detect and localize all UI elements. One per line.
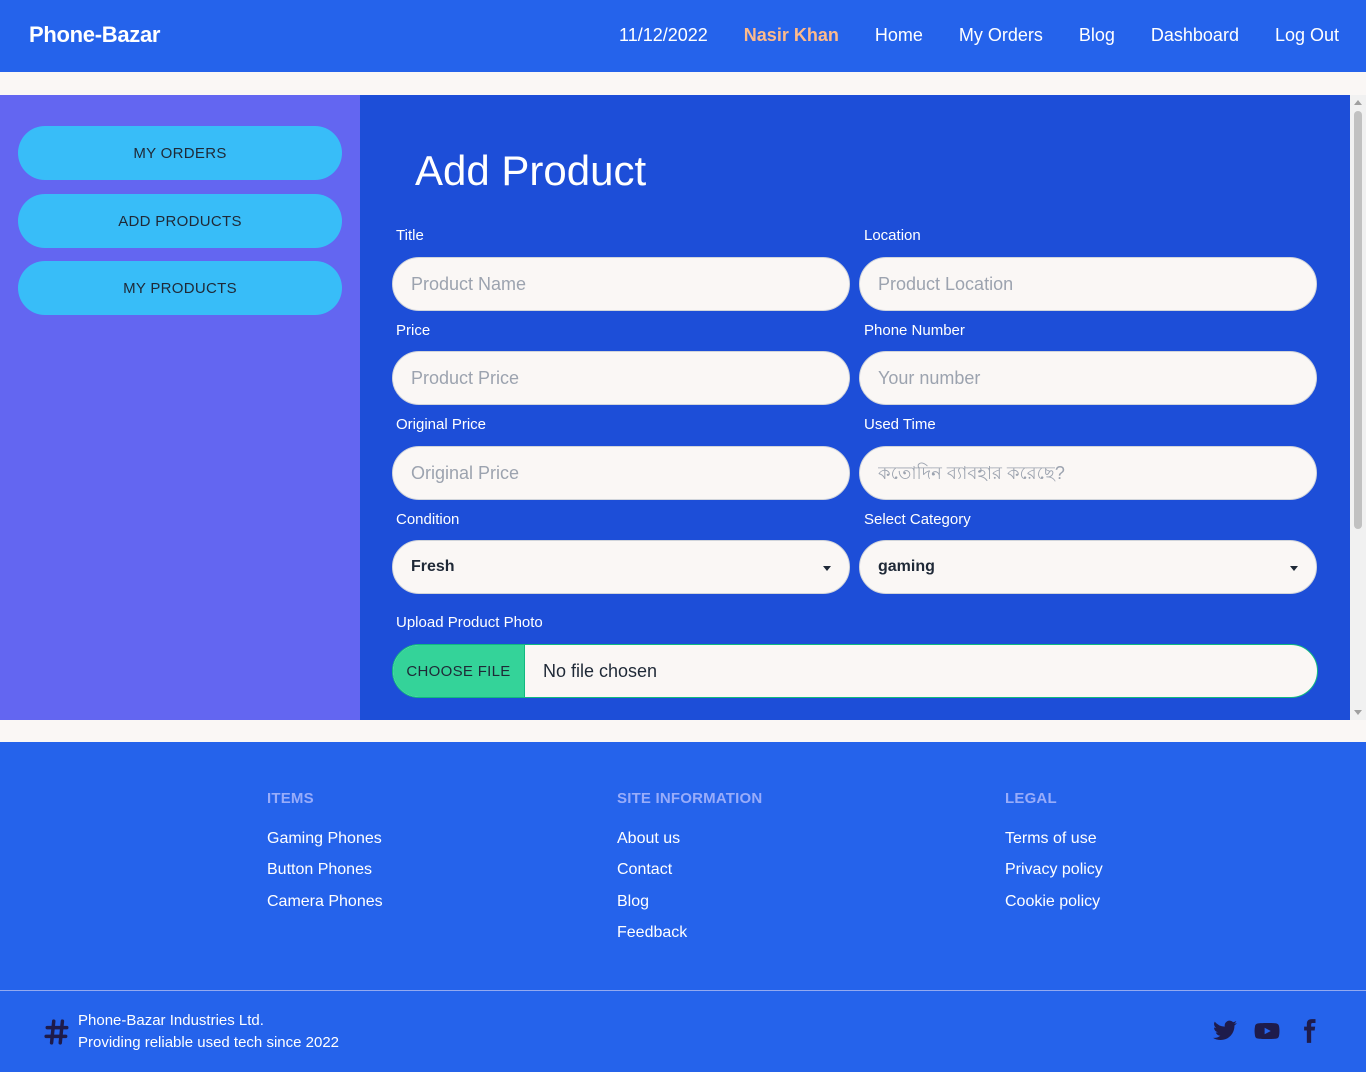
condition-label: Condition — [396, 511, 460, 528]
brand-logo[interactable]: Phone-Bazar — [29, 22, 160, 48]
dashboard: MY ORDERS ADD PRODUCTS MY PRODUCTS Add P… — [0, 95, 1366, 720]
sidebar-item-add-products[interactable]: ADD PRODUCTS — [18, 194, 342, 248]
footer-link-blog[interactable]: Blog — [617, 893, 649, 911]
chevron-down-icon — [823, 566, 831, 571]
footer: ITEMS Gaming Phones Button Phones Camera… — [0, 742, 1366, 1072]
copyright-company: Phone-Bazar Industries Ltd. — [78, 1012, 264, 1029]
nav-date: 11/12/2022 — [619, 25, 708, 45]
upload-label: Upload Product Photo — [396, 614, 543, 631]
footer-link-terms[interactable]: Terms of use — [1005, 830, 1097, 848]
footer-link-feedback[interactable]: Feedback — [617, 924, 687, 942]
nav-link-dashboard[interactable]: Dashboard — [1151, 25, 1239, 46]
file-status: No file chosen — [543, 660, 658, 681]
page-title: Add Product — [415, 147, 647, 194]
price-label: Price — [396, 322, 431, 339]
nav-link-home[interactable]: Home — [875, 25, 923, 46]
sidebar-item-my-products[interactable]: MY PRODUCTS — [18, 261, 342, 315]
category-value: gaming — [878, 558, 935, 575]
scrollbar[interactable] — [1350, 95, 1366, 720]
nav-link-logout[interactable]: Log Out — [1275, 25, 1339, 46]
youtube-icon[interactable] — [1254, 1018, 1280, 1044]
choose-file-button[interactable]: CHOOSE FILE — [393, 645, 525, 697]
footer-items-title: ITEMS — [267, 790, 314, 807]
category-label: Select Category — [864, 511, 971, 528]
title-input[interactable] — [392, 257, 850, 311]
title-label: Title — [396, 227, 424, 244]
footer-legal-title: LEGAL — [1005, 790, 1057, 807]
file-upload[interactable]: CHOOSE FILE No file chosen — [392, 644, 1318, 698]
sidebar: MY ORDERS ADD PRODUCTS MY PRODUCTS — [0, 95, 360, 720]
footer-site-title: SITE INFORMATION — [617, 790, 763, 807]
original-price-label: Original Price — [396, 416, 487, 433]
footer-link-gaming-phones[interactable]: Gaming Phones — [267, 830, 382, 848]
condition-select[interactable]: Fresh — [392, 540, 850, 594]
used-time-input[interactable] — [859, 446, 1317, 500]
phone-label: Phone Number — [864, 322, 965, 339]
copyright-tagline: Providing reliable used tech since 2022 — [78, 1034, 339, 1051]
phone-input[interactable] — [859, 351, 1317, 405]
chevron-down-icon — [1290, 566, 1298, 571]
footer-link-privacy[interactable]: Privacy policy — [1005, 861, 1103, 879]
sidebar-item-my-orders[interactable]: MY ORDERS — [18, 126, 342, 180]
add-product-panel: Add Product Title Location Price Phone N… — [360, 95, 1350, 720]
scrollbar-thumb[interactable] — [1354, 111, 1362, 529]
nav-link-my-orders[interactable]: My Orders — [959, 25, 1043, 46]
nav-user-name: Nasir Khan — [743, 25, 839, 45]
twitter-icon[interactable] — [1212, 1018, 1238, 1044]
scroll-down-arrow-icon[interactable] — [1354, 710, 1362, 715]
footer-link-about[interactable]: About us — [617, 830, 680, 848]
original-price-input[interactable] — [392, 446, 850, 500]
footer-link-button-phones[interactable]: Button Phones — [267, 861, 372, 879]
hashtag-logo-icon — [44, 1019, 69, 1045]
scroll-up-arrow-icon[interactable] — [1354, 100, 1362, 105]
category-select[interactable]: gaming — [859, 540, 1317, 594]
footer-link-cookie[interactable]: Cookie policy — [1005, 893, 1100, 911]
location-input[interactable] — [859, 257, 1317, 311]
nav-link-blog[interactable]: Blog — [1079, 25, 1115, 46]
navbar: Phone-Bazar 11/12/2022 Nasir Khan Home M… — [0, 0, 1366, 72]
footer-link-camera-phones[interactable]: Camera Phones — [267, 893, 383, 911]
facebook-icon[interactable] — [1296, 1018, 1322, 1044]
footer-link-contact[interactable]: Contact — [617, 861, 672, 879]
location-label: Location — [864, 227, 921, 244]
condition-value: Fresh — [411, 558, 455, 575]
footer-divider — [0, 990, 1366, 991]
nav-links: 11/12/2022 Nasir Khan Home My Orders Blo… — [619, 25, 1339, 46]
price-input[interactable] — [392, 351, 850, 405]
used-time-label: Used Time — [864, 416, 936, 433]
